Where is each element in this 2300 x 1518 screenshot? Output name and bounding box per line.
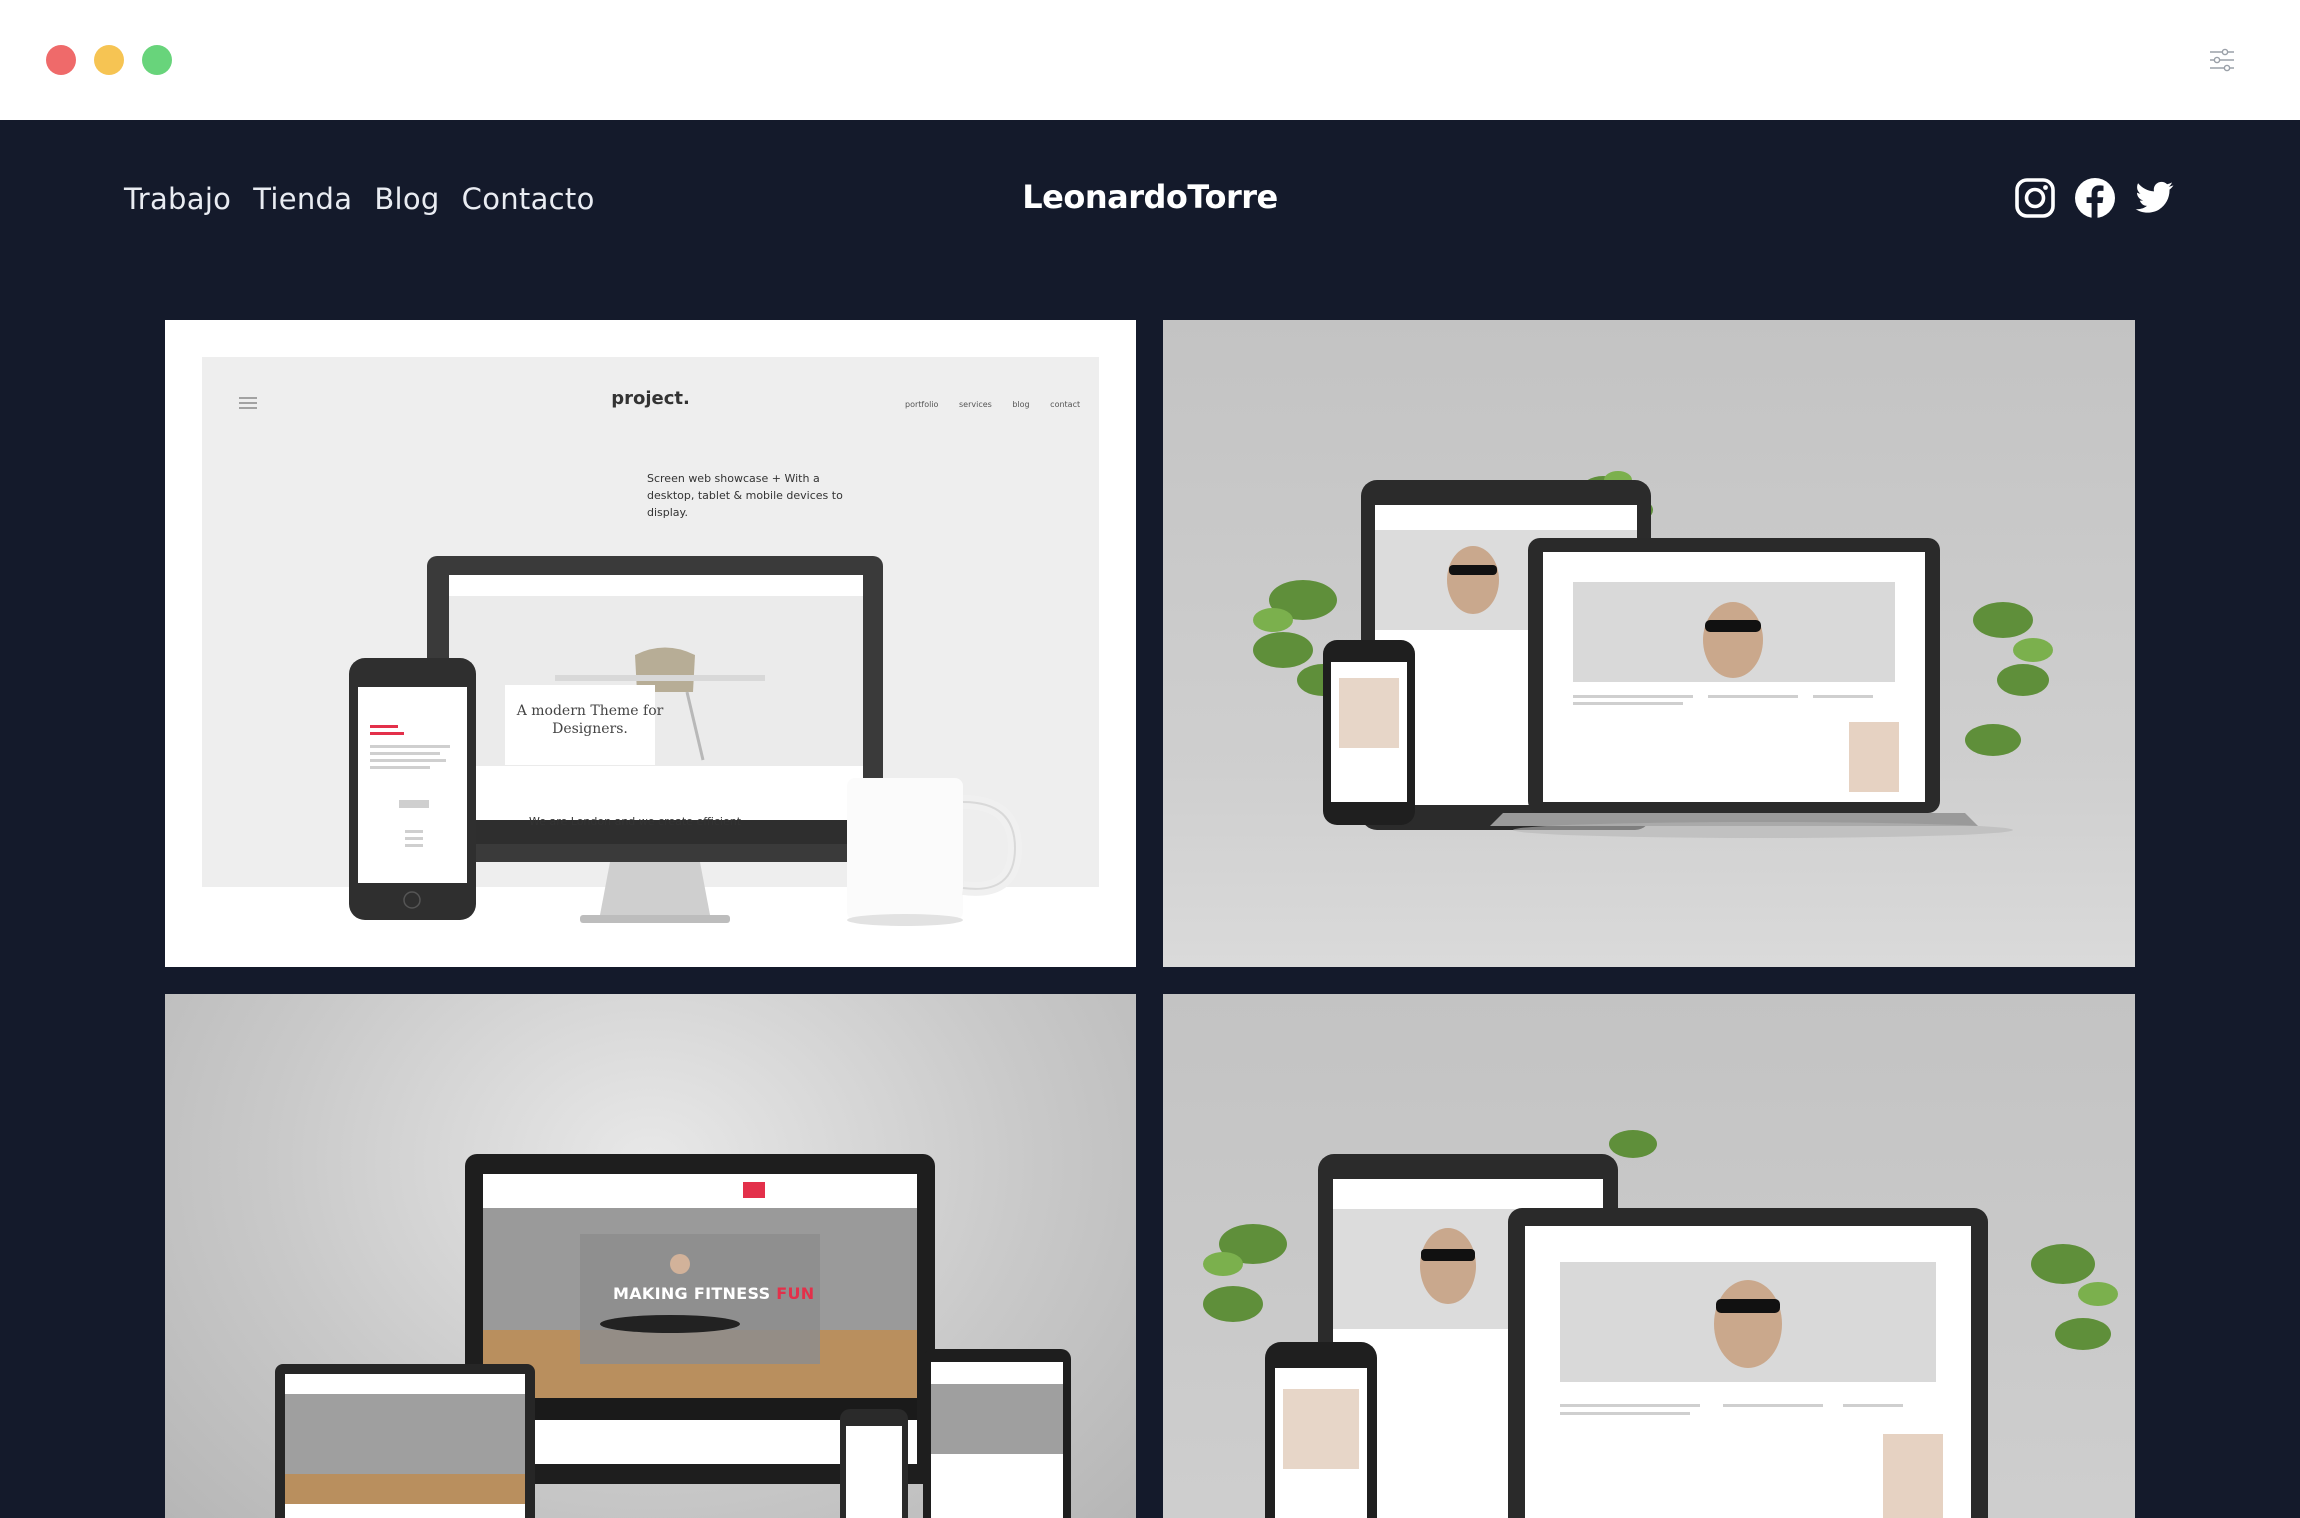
fashion-mockup-image [1253,471,2053,838]
fitness-headline: MAKING FITNESS FUN [613,1284,814,1303]
window-titlebar [0,0,2300,120]
fashion-detail-mockup-image [1203,1130,2118,1518]
portfolio-item-fitness[interactable]: MAKING FITNESS FUN [165,994,1136,1518]
minimize-window-button[interactable] [94,45,124,75]
twitter-icon[interactable] [2132,176,2176,220]
fitness-headline-accent: FUN [776,1284,815,1303]
project-hero-text: Screen web showcase + With a desktop, ta… [647,472,843,519]
portfolio-item-project[interactable]: project. portfolio services blog contact… [165,320,1136,967]
fitness-mockup-image [275,1154,1071,1518]
portfolio-item-fashion[interactable] [1163,320,2135,967]
project-monitor-caption: We are London and we create efficient [528,815,742,828]
sliders-icon[interactable] [2206,44,2238,76]
website: Trabajo Tienda Blog Contacto LeonardoTor… [0,120,2300,1518]
site-brand[interactable]: LeonardoTorre [0,178,2300,216]
close-window-button[interactable] [46,45,76,75]
maximize-window-button[interactable] [142,45,172,75]
facebook-icon[interactable] [2073,176,2117,220]
portfolio-item-fashion-detail[interactable] [1163,994,2135,1518]
project-card-text: A modern Theme for Designers. [516,703,664,737]
project-mini-nav: portfolio services blog contact [905,400,1081,409]
project-mockup-image [202,357,1099,926]
fitness-headline-main: MAKING FITNESS [613,1284,777,1303]
instagram-icon[interactable] [2013,176,2057,220]
